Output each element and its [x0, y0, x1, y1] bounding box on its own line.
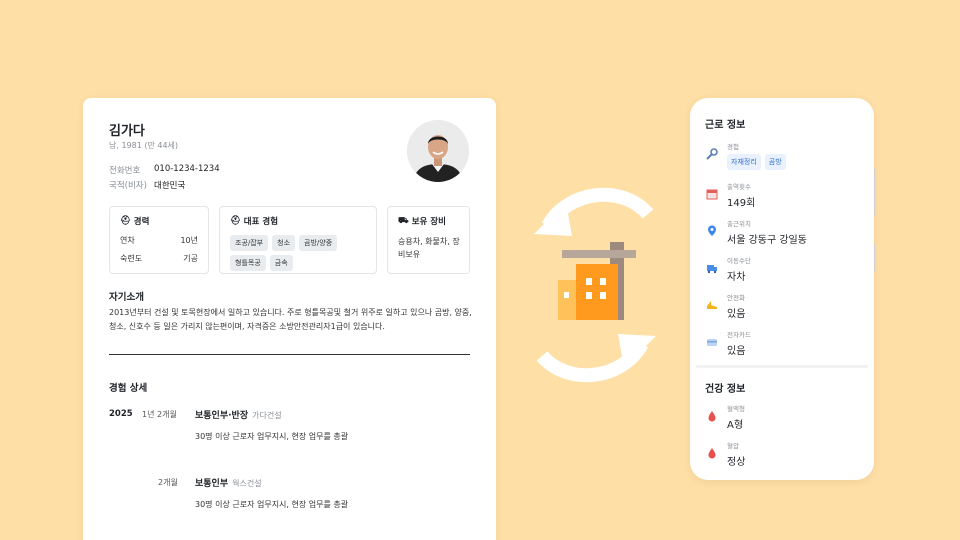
exp-year: 2025 [109, 409, 133, 419]
truck-icon [705, 261, 719, 275]
exp-duration: 1년 2개월 [142, 410, 177, 419]
experience-chip: 곰방/양중 [299, 235, 338, 251]
resume-card: 김가다 남, 1981 (만 44세) 전화번호 010-1234-1234 국… [83, 98, 496, 540]
work-info-value: 자차 [727, 272, 746, 283]
work-experience-chip: 자재정리 [727, 154, 761, 170]
health-info-label: 혈액형 [727, 405, 745, 413]
blood-drop-icon [705, 409, 719, 423]
work-info-row: 이동수단자차 [705, 255, 751, 283]
work-info-label: 경험 [727, 143, 739, 151]
phone-mockup: 근로 정보 경험 자재정리 곰방 출역횟수 149회 출근위치 서울 강동구 강일동 … [690, 98, 874, 480]
intro-text: 2013년부터 건설 및 토목현장에서 일하고 있습니다. 주로 형틀목공및 철… [109, 308, 472, 331]
phone-value: 010-1234-1234 [154, 164, 220, 174]
safety-helmet-icon [705, 298, 719, 312]
sync-building-illustration [534, 187, 656, 383]
career-row: 숙련도 기공 [120, 253, 198, 264]
career-row-label: 연차 [120, 236, 135, 245]
blood-drop-icon [705, 446, 719, 460]
health-info-value: A형 [727, 420, 744, 431]
health-info-row: 혈압정상 [705, 440, 745, 468]
truck-icon: ⛟ [398, 215, 409, 226]
calendar-icon [705, 187, 719, 201]
health-info-value: 정상 [727, 457, 746, 468]
phone-row: 전화번호 010-1234-1234 [109, 164, 220, 176]
nation-row: 국적(비자) 대한민국 [109, 179, 185, 191]
work-experience-chip: 곰방 [764, 154, 786, 170]
work-info-row: 경험 자재정리 곰방 [705, 141, 786, 170]
worker-name: 김가다 [109, 124, 145, 139]
nation-value: 대한민국 [154, 181, 186, 191]
exp-description: 30명 이상 근로자 업무지시, 현장 업무를 총괄 [195, 432, 349, 441]
work-info-row: 전자카드있음 [705, 329, 751, 357]
work-info-value: 있음 [727, 346, 746, 357]
id-card-icon [705, 335, 719, 349]
work-info-value: 149회 [727, 198, 756, 209]
phone-label: 전화번호 [109, 166, 141, 176]
divider [109, 354, 470, 355]
exp-role: 보통인부·반장 [195, 411, 249, 421]
work-info-row: 출역횟수 149회 [705, 181, 755, 209]
experience-chip: 금속 [269, 255, 293, 271]
work-info-value: 서울 강동구 강일동 [727, 235, 807, 246]
work-info-label: 출역횟수 [727, 183, 751, 191]
experience-chip: 형틀목공 [230, 255, 266, 271]
exp-description: 30명 이상 근로자 업무지시, 현장 업무를 총괄 [195, 500, 349, 509]
wrench-icon [705, 147, 719, 161]
career-row-label: 숙련도 [120, 254, 143, 263]
helmet-icon: ⛑ [230, 216, 241, 226]
exp-duration: 2개월 [158, 478, 178, 487]
main-experience-box: ⛑ 대표 경험 조공/잡부 청소 곰방/양중 형틀목공 금속 [219, 206, 377, 274]
work-info-label: 이동수단 [727, 257, 751, 265]
equip-title: 보유 장비 [411, 217, 446, 227]
nation-label: 국적(비자) [109, 181, 147, 191]
equip-text: 승용차, 화물차, 장비보유 [398, 237, 460, 259]
work-info-label: 출근위치 [727, 220, 751, 228]
health-info-title: 건강 정보 [705, 384, 746, 395]
career-box: ⛑ 경력 연차 10년 숙련도 기공 [109, 206, 209, 274]
work-info-value: 있음 [727, 309, 746, 320]
worker-meta: 남, 1981 (만 44세) [109, 141, 179, 150]
career-row-value: 10년 [180, 236, 198, 245]
career-box-title: 경력 [133, 217, 150, 227]
health-info-label: 혈압 [727, 442, 739, 450]
work-info-label: 전자카드 [727, 331, 751, 339]
exp-role-line: 보통인부·반장 가다건설 [195, 408, 282, 421]
building-crane-icon [558, 242, 636, 320]
equipment-box: ⛟ 보유 장비 승용차, 화물차, 장비보유 [387, 206, 470, 274]
career-row-value: 기공 [183, 254, 198, 263]
exp-role-line: 보통인부 웍스건설 [195, 476, 262, 489]
helmet-icon: ⛑ [120, 216, 131, 226]
career-row: 연차 10년 [120, 235, 198, 246]
section-separator [696, 365, 868, 368]
work-info-row: 출근위치서울 강동구 강일동 [705, 218, 807, 246]
exp-company: 가다건설 [252, 411, 282, 420]
experience-chip: 조공/잡부 [230, 235, 269, 251]
health-info-row: 혈액형 A형 [705, 403, 745, 431]
main-exp-title: 대표 경험 [243, 217, 279, 227]
experience-detail-title: 경험 상세 [109, 383, 148, 394]
avatar [407, 120, 469, 182]
exp-company: 웍스건설 [232, 479, 262, 488]
location-pin-icon [705, 224, 719, 238]
work-info-row: 안전화있음 [705, 292, 745, 320]
experience-chip: 청소 [272, 235, 296, 251]
exp-role: 보통인부 [195, 479, 229, 489]
work-info-title: 근로 정보 [705, 120, 746, 131]
work-info-label: 안전화 [727, 294, 745, 302]
intro-title: 자기소개 [109, 292, 144, 303]
